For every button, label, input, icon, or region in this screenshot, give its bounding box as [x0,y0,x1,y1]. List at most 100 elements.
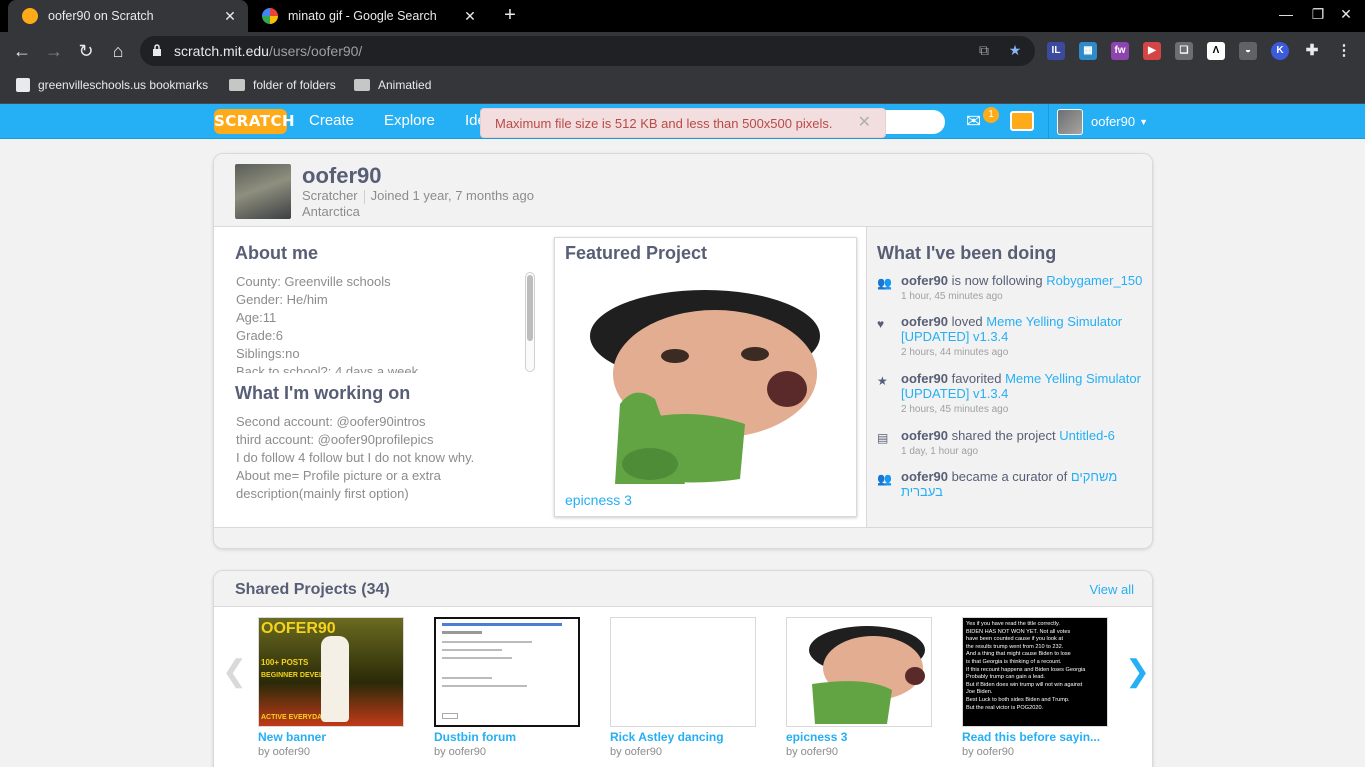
close-tab-icon[interactable]: ✕ [222,8,238,25]
forward-icon[interactable]: → [42,39,66,63]
project-author[interactable]: by oofer90 [610,746,756,758]
activity-user[interactable]: oofer90 [901,469,948,484]
thumb-button [442,713,458,719]
project-card[interactable]: Yes if you have read the title correctly… [962,617,1108,758]
profile-footer [214,527,1152,548]
tab-scratch[interactable]: oofer90 on Scratch ✕ [8,0,248,32]
my-stuff-icon[interactable] [1010,111,1034,131]
activity-item: ★ oofer90 favorited Meme Yelling Simulat… [877,371,1147,417]
project-thumbnail-art [809,626,925,724]
tab-title: minato gif - Google Search [288,9,437,23]
project-thumbnail[interactable] [610,617,756,727]
bookmark-animatied[interactable]: Animatied [354,78,431,92]
extension-il-icon[interactable]: IL [1047,42,1065,60]
url-text: scratch.mit.edu/users/oofer90/ [174,43,362,59]
address-bar[interactable]: scratch.mit.edu/users/oofer90/ ⧉ ★ [140,36,1035,66]
project-card[interactable]: epicness 3 by oofer90 [786,617,932,758]
project-title[interactable]: Read this before sayin... [962,730,1108,744]
project-card[interactable]: OOFER90 100+ POSTS BEGINNER DEVELOPER AC… [258,617,404,758]
tab-google-search[interactable]: minato gif - Google Search ✕ [248,0,488,32]
shared-projects-heading: Shared Projects (34) [235,581,390,598]
profile-role: Scratcher [302,188,358,203]
thumb-text: If this recount happens and Biden loses … [966,666,1086,673]
bookmarks-bar: greenvilleschools.us bookmarks folder of… [0,70,1365,104]
view-all-link[interactable]: View all [1089,582,1134,597]
user-menu-button[interactable]: oofer90 ▼ [1048,104,1148,139]
extension-k-icon[interactable]: K [1271,42,1289,60]
activity-user[interactable]: oofer90 [901,371,948,386]
project-title[interactable]: epicness 3 [786,730,932,744]
bookmark-folder-of-folders[interactable]: folder of folders [229,78,336,92]
nav-explore[interactable]: Explore [384,112,435,129]
reload-icon[interactable]: ↻ [74,39,98,63]
close-tab-icon[interactable]: ✕ [462,8,478,25]
activity-time: 1 day, 1 hour ago [901,446,979,457]
project-author[interactable]: by oofer90 [962,746,1108,758]
home-icon[interactable]: ⌂ [106,39,130,63]
google-favicon-icon [262,8,278,24]
featured-project-title[interactable]: epicness 3 [565,492,632,508]
bookmark-label: greenvilleschools.us bookmarks [38,78,209,92]
project-thumbnail[interactable]: OOFER90 100+ POSTS BEGINNER DEVELOPER AC… [258,617,404,727]
extensions-puzzle-icon[interactable]: ✚ [1303,42,1321,60]
bio-line: County: Greenville schools [236,274,391,289]
activity-target-link[interactable]: Untitled-6 [1059,428,1115,443]
activity-user[interactable]: oofer90 [901,314,948,329]
divider [363,189,365,204]
project-card[interactable]: Rick Astley dancing by oofer90 [610,617,756,758]
minimize-icon[interactable]: — [1276,6,1296,22]
project-title[interactable]: New banner [258,730,404,744]
extension-fw-icon[interactable]: fw [1111,42,1129,60]
scratch-logo[interactable]: SCRATCH [214,109,295,134]
activity-user[interactable]: oofer90 [901,273,948,288]
browser-toolbar: ← → ↻ ⌂ scratch.mit.edu/users/oofer90/ ⧉… [0,32,1365,97]
working-on-heading: What I'm working on [235,383,411,403]
extension-a-icon[interactable]: Λ [1207,42,1225,60]
carousel-prev-icon[interactable]: ❮ [222,654,247,689]
bookmark-star-icon[interactable]: ★ [1006,42,1024,60]
bio-line: description(mainly first option) [236,486,409,501]
thumb-text: Yes if you have read the title correctly… [966,621,1060,627]
extension-grid-icon[interactable]: ▦ [1079,42,1097,60]
thumb-text: have been counted cause if you look at [966,636,1064,643]
project-title[interactable]: Dustbin forum [434,730,580,744]
folder-icon [229,79,245,91]
activity-time: 2 hours, 45 minutes ago [901,404,1009,415]
working-on-text[interactable]: Second account: @oofer90intros third acc… [236,413,536,505]
project-thumbnail[interactable] [434,617,580,727]
project-author[interactable]: by oofer90 [434,746,580,758]
close-icon[interactable]: ✕ [858,112,871,132]
open-in-app-icon[interactable]: ⧉ [975,42,993,60]
close-window-icon[interactable]: ✕ [1336,6,1356,23]
back-icon[interactable]: ← [10,39,34,63]
thumb-line [442,623,562,626]
activity-action: shared the project [947,428,1060,443]
new-tab-icon[interactable]: + [498,4,522,28]
scrollbar-thumb[interactable] [527,275,533,341]
extension-badge-icon[interactable]: ▶ [1143,42,1161,60]
nav-create[interactable]: Create [309,112,354,129]
user-menu-name: oofer90 [1091,114,1136,129]
about-me-scrollbar[interactable] [525,272,535,372]
bio-line: Second account: @oofer90intros [236,414,426,429]
bookmark-greenvilleschools[interactable]: greenvilleschools.us bookmarks [16,78,208,92]
activity-target-link[interactable]: Robygamer_150 [1046,273,1142,288]
project-title[interactable]: Rick Astley dancing [610,730,756,744]
profile-avatar[interactable] [235,164,291,219]
thumb-text: But if Biden does win trump will not win… [966,681,1083,688]
bio-line: Back to school?: 4 days a week [236,364,419,373]
carousel-next-icon[interactable]: ❯ [1125,654,1150,689]
project-author[interactable]: by oofer90 [786,746,932,758]
about-me-text[interactable]: County: Greenville schools Gender: He/hi… [236,273,521,373]
project-thumbnail[interactable]: Yes if you have read the title correctly… [962,617,1108,727]
restore-icon[interactable]: ❐ [1308,6,1328,23]
activity-user[interactable]: oofer90 [901,428,948,443]
project-author[interactable]: by oofer90 [258,746,404,758]
project-card[interactable]: Dustbin forum by oofer90 [434,617,580,758]
featured-project-thumbnail[interactable] [565,274,847,486]
profile-location: Antarctica [302,204,360,219]
extension-layers-icon[interactable]: ❏ [1175,42,1193,60]
extension-ghost-icon[interactable]: ◒ [1239,42,1257,60]
browser-menu-icon[interactable]: ⋮ [1335,42,1353,60]
project-thumbnail[interactable] [786,617,932,727]
